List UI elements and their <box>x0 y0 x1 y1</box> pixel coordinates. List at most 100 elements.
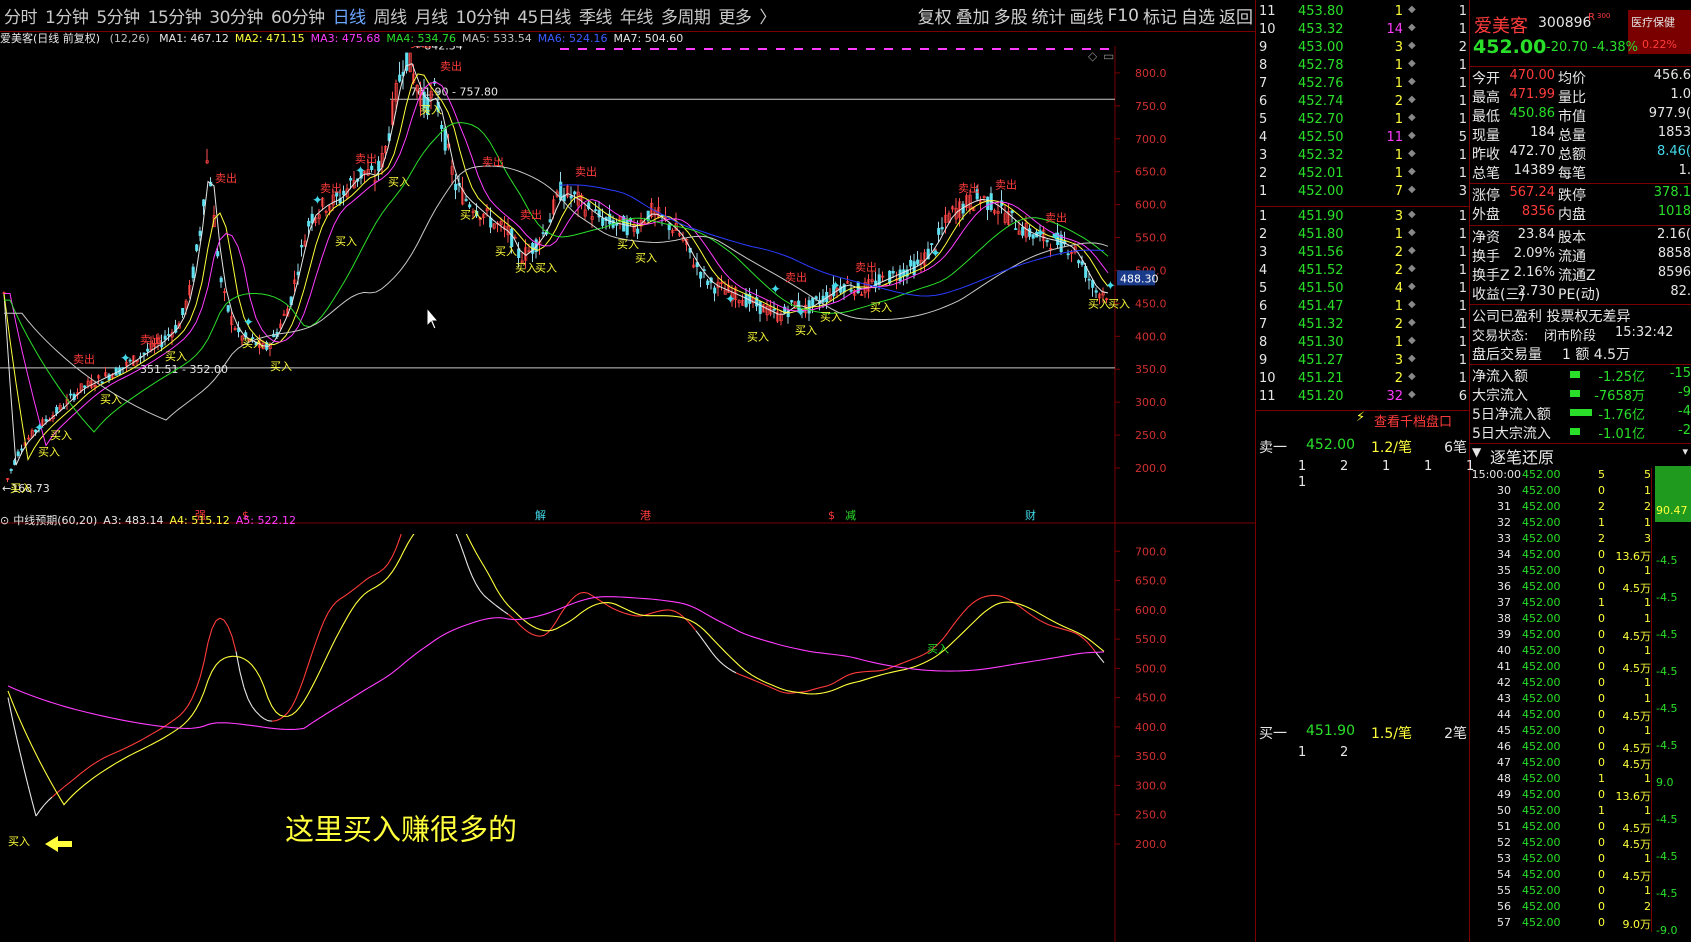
tick-row[interactable]: 33 452.00 2 3 <box>1470 532 1691 548</box>
asks-row[interactable]: 11 453.80 1 ◆ 1 <box>1256 4 1469 22</box>
tick-list[interactable]: 90.47 15:00:00 452.00 5 5 30 452.00 0 1 31 452.00 2… <box>1470 466 1691 942</box>
toolbar-button-4[interactable]: 画线 <box>1068 3 1106 28</box>
period-tab-14[interactable]: 更多 <box>714 3 755 28</box>
bids-row[interactable]: 4 451.52 2 ◆ 1 <box>1256 263 1469 281</box>
toolbar-button-7[interactable]: 自选 <box>1179 3 1217 28</box>
period-tab-3[interactable]: 15分钟 <box>144 3 206 28</box>
asks-row[interactable]: 6 452.74 2 ◆ 1 <box>1256 94 1469 112</box>
asks-row[interactable]: 7 452.76 1 ◆ 1 <box>1256 76 1469 94</box>
tick-row[interactable]: 56 452.00 0 2 <box>1470 900 1691 916</box>
chart-window-icon[interactable]: ▭ <box>1103 49 1114 63</box>
toolbar-button-8[interactable]: 返回 <box>1217 3 1255 28</box>
period-tab-12[interactable]: 年线 <box>616 3 657 28</box>
event-marker[interactable]: 港 <box>640 509 651 522</box>
tick-row[interactable]: 32 452.00 1 1 <box>1470 516 1691 532</box>
tick-row[interactable]: 40 452.00 0 1 <box>1470 644 1691 660</box>
a3-line <box>259 715 265 720</box>
asks-row[interactable]: 2 452.01 1 ◆ 1 <box>1256 166 1469 184</box>
tick-row[interactable]: 47 452.00 0 4.5万 <box>1470 756 1691 772</box>
event-marker[interactable]: 财 <box>1025 508 1036 522</box>
asks-row[interactable]: 3 452.32 1 ◆ 1 <box>1256 148 1469 166</box>
period-tab-8[interactable]: 月线 <box>411 3 452 28</box>
period-tab-0[interactable]: 分时 <box>0 3 41 28</box>
tick-row[interactable]: 38 452.00 0 1 <box>1470 612 1691 628</box>
a3-line <box>303 665 309 678</box>
candle-body <box>1010 210 1014 214</box>
period-tab-11[interactable]: 季线 <box>575 3 616 28</box>
period-tab-5[interactable]: 60分钟 <box>267 3 329 28</box>
period-tab-13[interactable]: 多周期 <box>657 3 715 28</box>
period-tab-10[interactable]: 45日线 <box>513 3 575 28</box>
tick-row[interactable]: 42 452.00 0 1 <box>1470 676 1691 692</box>
bids-count: 1 <box>1458 227 1467 242</box>
sector-name[interactable]: 医疗保健 <box>1631 14 1675 30</box>
bids-row[interactable]: 1 451.90 3 ◆ 1 <box>1256 209 1469 227</box>
bids-row[interactable]: 11 451.20 32 ◆ 6 <box>1256 389 1469 407</box>
chart-settings-icon[interactable]: ◇ <box>1088 49 1098 63</box>
toolbar-button-0[interactable]: 复权 <box>916 3 954 28</box>
period-tab-2[interactable]: 5分钟 <box>92 3 143 28</box>
toolbar-button-5[interactable]: F10 <box>1106 6 1141 26</box>
bids-row[interactable]: 6 451.47 1 ◆ 1 <box>1256 299 1469 317</box>
bids-row[interactable]: 10 451.21 2 ◆ 1 <box>1256 371 1469 389</box>
event-marker[interactable]: 减 <box>845 509 856 522</box>
bids-row[interactable]: 5 451.50 4 ◆ 1 <box>1256 281 1469 299</box>
candle-body <box>464 199 468 201</box>
sub-indicator-title[interactable]: 中线预期(60,20) <box>13 514 97 527</box>
tick-row[interactable]: 45 452.00 0 1 <box>1470 724 1691 740</box>
quote-label: 换手 <box>1472 249 1500 265</box>
tick-price: 452.00 <box>1522 564 1561 577</box>
period-tab-9[interactable]: 10分钟 <box>452 3 514 28</box>
period-tab-1[interactable]: 1分钟 <box>41 3 92 28</box>
asks-row[interactable]: 9 453.00 3 ◆ 2 <box>1256 40 1469 58</box>
collapse-icon[interactable]: ⊙ <box>0 514 9 527</box>
bids-row[interactable]: 8 451.30 1 ◆ 1 <box>1256 335 1469 353</box>
tick-row[interactable]: 30 452.00 0 1 <box>1470 484 1691 500</box>
tick-expand-icon[interactable]: ▼ <box>1472 445 1481 459</box>
period-tab-4[interactable]: 30分钟 <box>205 3 267 28</box>
tick-row[interactable]: 31 452.00 2 2 <box>1470 500 1691 516</box>
stock-name[interactable]: 爱美客 <box>1474 12 1528 38</box>
asks-row[interactable]: 10 453.32 14 ◆ 1 <box>1256 22 1469 40</box>
thousand-depth-link[interactable]: 查看千档盘口 <box>1374 411 1452 430</box>
toolbar-button-6[interactable]: 标记 <box>1141 3 1179 28</box>
period-tab-7[interactable]: 周线 <box>370 3 411 28</box>
tick-price: 452.00 <box>1522 916 1561 929</box>
event-marker[interactable]: 解 <box>535 508 546 522</box>
a3-line <box>943 632 949 638</box>
period-tab-6[interactable]: 日线 <box>329 3 370 28</box>
dot-icon: ◆ <box>1408 263 1416 274</box>
tick-separator <box>1651 628 1652 644</box>
asks-row[interactable]: 1 452.00 7 ◆ 3 <box>1256 184 1469 202</box>
a3-line <box>471 575 477 585</box>
bids-row[interactable]: 2 451.80 1 ◆ 1 <box>1256 227 1469 245</box>
bids-row[interactable]: 7 451.32 2 ◆ 1 <box>1256 317 1469 335</box>
quote-value: 8858 <box>1657 246 1691 261</box>
tick-title[interactable]: 逐笔还原 <box>1490 444 1554 468</box>
a3-line <box>247 698 253 707</box>
tick-row[interactable]: 15:00:00 452.00 5 5 <box>1470 468 1691 484</box>
asks-price: 452.01 <box>1298 166 1344 181</box>
tick-dropdown-icon[interactable]: ▾ <box>1682 445 1688 458</box>
candlestick-chart[interactable]: 850.0800.0750.0700.0650.0600.0550.0500.0… <box>0 46 1255 534</box>
asks-row[interactable]: 4 452.50 11 ◆ 5 <box>1256 130 1469 148</box>
bids-row[interactable]: 3 451.56 2 ◆ 1 <box>1256 245 1469 263</box>
more-arrow-icon[interactable]: 〉 <box>755 3 780 28</box>
asks-row[interactable]: 5 452.70 1 ◆ 1 <box>1256 112 1469 130</box>
indicator-chart[interactable]: 750.0700.0650.0600.0550.0500.0450.0400.0… <box>0 534 1255 942</box>
toolbar-button-2[interactable]: 多股 <box>992 3 1030 28</box>
asks-level: 1 <box>1259 184 1268 199</box>
quote-label: 流通Z <box>1558 268 1596 284</box>
tick-row[interactable]: 49 452.00 0 13.6万 <box>1470 788 1691 804</box>
asks-row[interactable]: 8 452.78 1 ◆ 1 <box>1256 58 1469 76</box>
event-marker[interactable]: $ <box>828 509 835 522</box>
ma-label-7: MA7: 504.60 <box>613 32 684 45</box>
tick-row[interactable]: 54 452.00 0 4.5万 <box>1470 868 1691 884</box>
asks-count: 5 <box>1458 130 1467 145</box>
toolbar-button-3[interactable]: 统计 <box>1030 3 1068 28</box>
sub-buy-signal: 买入 <box>927 643 949 656</box>
sell-signal: 卖出 <box>855 260 877 274</box>
bids-row[interactable]: 9 451.27 3 ◆ 1 <box>1256 353 1469 371</box>
stock-title[interactable]: 爱美客(日线 前复权) <box>0 32 100 45</box>
toolbar-button-1[interactable]: 叠加 <box>954 3 992 28</box>
